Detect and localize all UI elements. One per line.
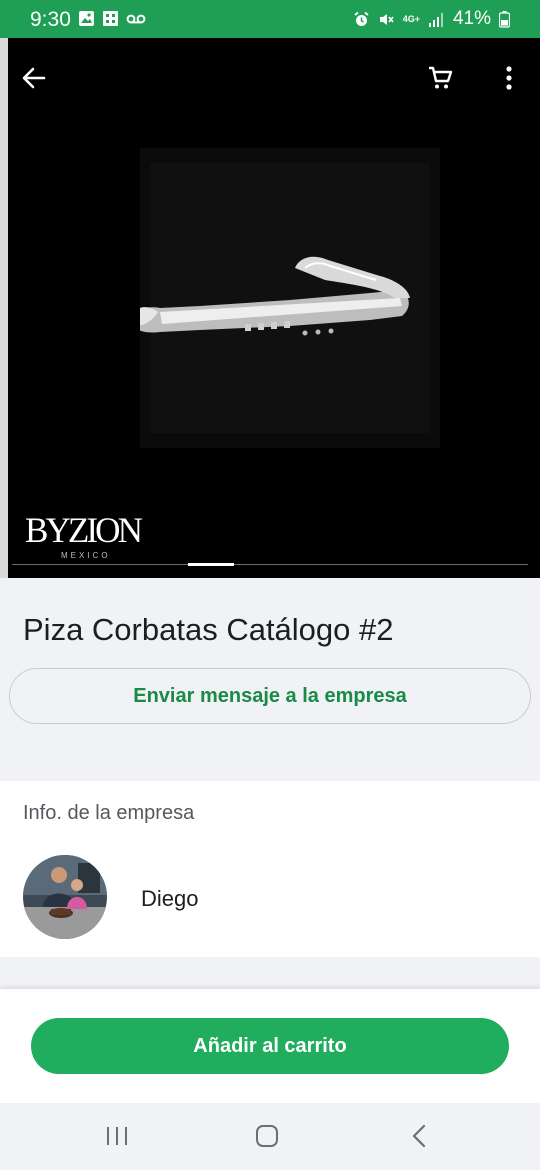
recent-apps-button[interactable] xyxy=(102,1121,132,1151)
svg-text:BYZION: BYZION xyxy=(25,510,143,550)
arrow-left-icon xyxy=(22,67,46,89)
gallery-icon xyxy=(78,10,95,27)
network-4g-icon: 4G+ xyxy=(402,13,420,24)
business-avatar[interactable] xyxy=(23,855,107,939)
chevron-left-icon xyxy=(412,1124,426,1148)
mute-icon xyxy=(378,11,395,28)
nav-back-button[interactable] xyxy=(404,1121,434,1151)
signal-icon xyxy=(428,11,445,28)
add-to-cart-button[interactable]: Añadir al carrito xyxy=(31,1018,509,1074)
svg-text:MEXICO: MEXICO xyxy=(61,551,111,560)
business-info-heading: Info. de la empresa xyxy=(23,802,195,824)
app-icon xyxy=(102,10,119,27)
carousel-edge xyxy=(0,38,8,578)
status-notification-icons xyxy=(78,10,146,27)
alarm-icon xyxy=(353,11,370,28)
cart-button[interactable] xyxy=(422,60,458,96)
recent-apps-icon xyxy=(107,1127,127,1145)
more-options-button[interactable] xyxy=(491,60,527,96)
more-vert-icon xyxy=(506,66,512,90)
voicemail-icon xyxy=(126,10,146,27)
carousel-indicator xyxy=(188,563,234,566)
battery-icon xyxy=(498,10,511,28)
status-bar: 9:30 4G+ 41% xyxy=(0,0,540,38)
status-time: 9:30 xyxy=(30,8,71,31)
product-title: Piza Corbatas Catálogo #2 xyxy=(23,612,394,647)
cart-icon xyxy=(429,66,453,89)
home-button[interactable] xyxy=(252,1121,282,1151)
back-button[interactable] xyxy=(16,60,52,96)
status-system-icons: 4G+ 41% xyxy=(353,8,511,30)
bottom-action-bar: Añadir al carrito xyxy=(0,989,540,1103)
section-divider xyxy=(0,957,540,989)
business-info: Info. de la empresa Diego xyxy=(0,781,540,957)
system-navigation-bar xyxy=(0,1103,540,1170)
product-image-carousel[interactable]: BYZION MEXICO xyxy=(0,38,540,578)
business-name[interactable]: Diego xyxy=(141,886,198,912)
home-icon xyxy=(256,1125,278,1147)
carousel-track xyxy=(12,564,528,565)
product-photo xyxy=(140,148,440,448)
product-details: Piza Corbatas Catálogo #2 Enviar mensaje… xyxy=(0,578,540,780)
battery-percent: 41% xyxy=(452,8,491,29)
brand-logo: BYZION MEXICO xyxy=(25,508,155,563)
message-business-button[interactable]: Enviar mensaje a la empresa xyxy=(9,668,531,724)
